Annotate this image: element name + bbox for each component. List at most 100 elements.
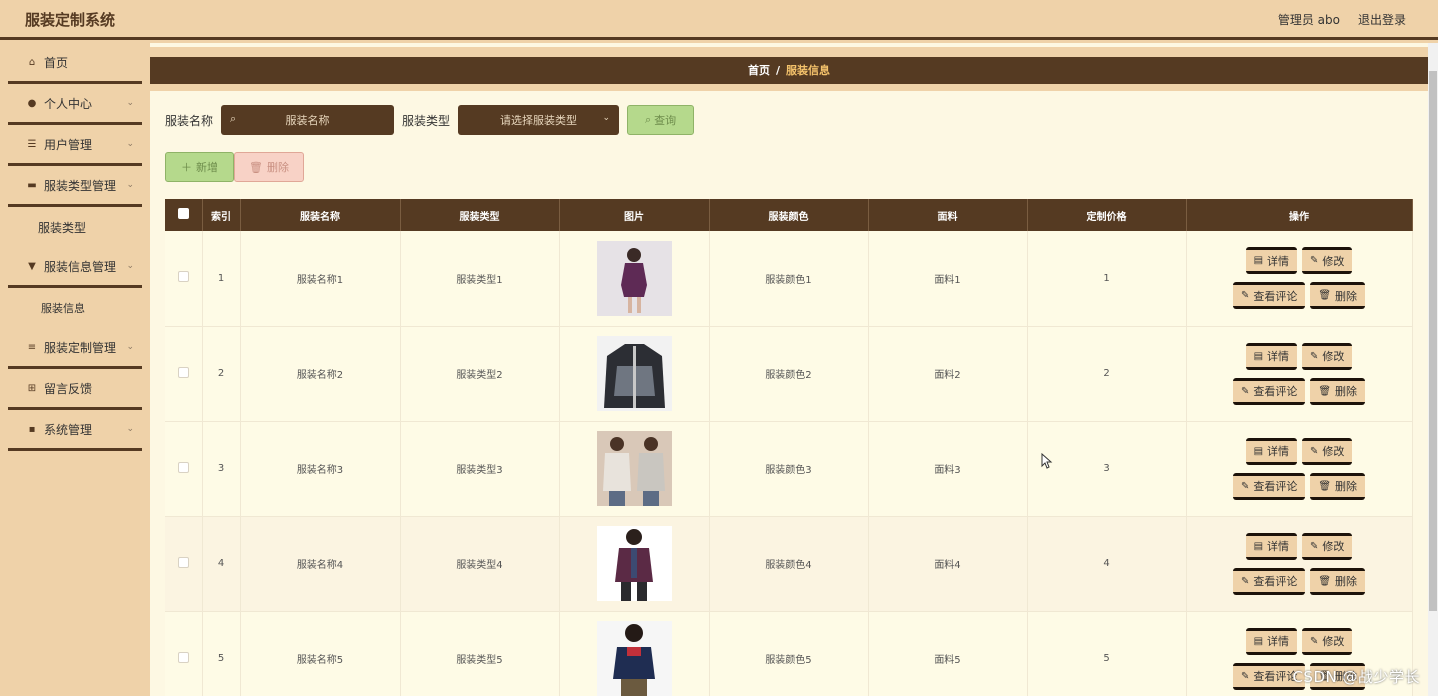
trash-icon: 🗑 — [1318, 480, 1332, 492]
query-button[interactable]: ⌕ 查询 — [627, 105, 695, 135]
detail-button-label: 详情 — [1267, 350, 1290, 363]
cell-name: 服装名称1 — [240, 231, 401, 327]
document-icon: ▤ — [1253, 445, 1264, 457]
detail-button-label: 详情 — [1267, 635, 1290, 648]
cell-color: 服装颜色1 — [709, 231, 869, 327]
sidebar-item-clothing-type-mgmt[interactable]: ▬ 服装类型管理 ⌄ — [8, 166, 142, 207]
scrollbar-thumb[interactable] — [1429, 71, 1437, 611]
document-icon: ▤ — [1253, 350, 1264, 362]
detail-button[interactable]: ▤ 详情 — [1245, 627, 1298, 655]
row-checkbox[interactable] — [177, 366, 189, 378]
detail-button[interactable]: ▤ 详情 — [1245, 342, 1298, 370]
detail-button[interactable]: ▤ 详情 — [1245, 247, 1298, 275]
edit-button[interactable]: ✎ 修改 — [1302, 247, 1353, 275]
edit-icon: ✎ — [1310, 445, 1319, 457]
clothing-thumbnail[interactable] — [596, 240, 672, 316]
clothing-thumbnail[interactable] — [596, 526, 672, 601]
cell-type: 服装类型4 — [400, 516, 560, 612]
edit-button[interactable]: ✎ 修改 — [1302, 532, 1353, 560]
sidebar-item-label: 留言反馈 — [44, 381, 93, 396]
row-delete-button[interactable]: 🗑 删除 — [1310, 472, 1366, 500]
cell-price: 4 — [1027, 516, 1187, 612]
query-button-label: 查询 — [654, 114, 677, 127]
plus-icon: ＋ — [181, 161, 192, 174]
row-delete-button[interactable]: 🗑 删除 — [1310, 282, 1366, 310]
sidebar-subitem-clothing-info[interactable]: 服装信息 — [0, 288, 150, 328]
vertical-scrollbar[interactable] — [1428, 43, 1438, 696]
edit-button[interactable]: ✎ 修改 — [1302, 627, 1353, 655]
column-header: 面料 — [868, 199, 1028, 231]
edit-icon: ✎ — [1240, 385, 1250, 397]
row-delete-button[interactable]: 🗑 删除 — [1310, 567, 1366, 595]
breadcrumb-home[interactable]: 首页 — [748, 64, 770, 77]
clothing-thumbnail[interactable] — [596, 431, 672, 506]
mouse-cursor-icon — [1041, 453, 1053, 469]
edit-button-label: 修改 — [1322, 254, 1345, 268]
sidebar-item-clothing-info-mgmt[interactable]: ▼ 服装信息管理 ⌄ — [8, 247, 142, 288]
sidebar-subitem-clothing-type[interactable]: 服装类型 — [0, 207, 150, 247]
column-header: 服装类型 — [400, 199, 560, 231]
sidebar-item-profile[interactable]: ● 个人中心 ⌄ — [8, 84, 142, 125]
row-delete-button[interactable]: 🗑 删除 — [1310, 377, 1366, 405]
cell-index: 5 — [202, 611, 241, 696]
view-comments-label: 查看评论 — [1253, 575, 1298, 588]
sidebar-item-home[interactable]: ⌂ 首页 — [8, 43, 142, 84]
logout-link[interactable]: 退出登录 — [1358, 11, 1406, 28]
clothing-thumbnail[interactable] — [596, 336, 672, 411]
type-select[interactable]: 请选择服装类型 ⌄ — [458, 105, 620, 135]
breadcrumb-current: 服装信息 — [786, 64, 831, 77]
trash-icon: 🗑 — [1318, 575, 1332, 587]
name-label: 服装名称 — [165, 113, 214, 128]
breadcrumb: 首页 / 服装信息 — [150, 57, 1428, 84]
chevron-down-icon: ⌄ — [126, 342, 134, 352]
document-icon: ▤ — [1253, 540, 1264, 552]
row-checkbox[interactable] — [177, 461, 189, 473]
row-checkbox[interactable] — [177, 556, 189, 568]
sidebar-item-system[interactable]: ▪ 系统管理 ⌄ — [8, 410, 142, 451]
cell-fabric: 面料4 — [868, 516, 1028, 612]
view-comments-button[interactable]: ✎ 查看评论 — [1232, 282, 1306, 310]
sidebar-subitem-label: 服装信息 — [41, 302, 85, 315]
cell-color: 服装颜色2 — [709, 326, 869, 422]
sidebar-item-label: 个人中心 — [44, 96, 93, 111]
current-user-label: 管理员 abo — [1277, 13, 1340, 27]
detail-button[interactable]: ▤ 详情 — [1245, 437, 1298, 465]
sidebar-item-feedback[interactable]: ⊞ 留言反馈 — [8, 369, 142, 410]
document-icon: ▤ — [1253, 255, 1264, 267]
batch-delete-button-label: 删除 — [266, 161, 289, 174]
detail-button-label: 详情 — [1267, 254, 1290, 268]
cell-type: 服装类型1 — [400, 231, 560, 327]
table-row: 2 服装名称2 服装类型2 服装颜色2 面料2 2 ▤ 详情 ✎ 修改 ✎ 查看… — [165, 326, 1413, 422]
cell-image — [559, 421, 710, 517]
row-checkbox[interactable] — [177, 651, 189, 663]
sidebar-item-label: 首页 — [44, 55, 69, 70]
edit-icon: ✎ — [1240, 480, 1250, 492]
clothing-thumbnail[interactable] — [596, 621, 672, 696]
detail-button[interactable]: ▤ 详情 — [1245, 532, 1298, 560]
cell-type: 服装类型5 — [400, 611, 560, 696]
column-header: 操作 — [1186, 199, 1413, 231]
name-search-input[interactable]: ⌕ 服装名称 — [221, 105, 395, 135]
edit-icon: ✎ — [1310, 350, 1319, 362]
column-header: 服装颜色 — [709, 199, 869, 231]
view-comments-button[interactable]: ✎ 查看评论 — [1232, 472, 1306, 500]
cell-price: 1 — [1027, 231, 1187, 327]
add-button[interactable]: ＋ 新增 — [165, 152, 234, 182]
edit-button[interactable]: ✎ 修改 — [1302, 342, 1353, 370]
search-icon: ⌕ — [230, 112, 237, 125]
cell-actions: ▤ 详情 ✎ 修改 ✎ 查看评论 🗑 删除 — [1186, 231, 1413, 327]
sidebar-item-users[interactable]: ☰ 用户管理 ⌄ — [8, 125, 142, 166]
edit-icon: ✎ — [1310, 255, 1319, 267]
trash-icon: 🗑 — [1318, 290, 1332, 302]
cell-type: 服装类型2 — [400, 326, 560, 422]
sidebar-item-label: 系统管理 — [44, 422, 93, 437]
select-all-checkbox[interactable] — [177, 208, 189, 219]
cell-name: 服装名称3 — [240, 421, 401, 517]
edit-button[interactable]: ✎ 修改 — [1302, 437, 1353, 465]
view-comments-button[interactable]: ✎ 查看评论 — [1232, 377, 1306, 405]
row-checkbox[interactable] — [177, 271, 189, 283]
view-comments-button[interactable]: ✎ 查看评论 — [1232, 567, 1306, 595]
sidebar-item-custom-mgmt[interactable]: ≡ 服装定制管理 ⌄ — [8, 328, 142, 369]
search-form: 服装名称 ⌕ 服装名称 服装类型 请选择服装类型 ⌄ ⌕ 查询 — [165, 105, 695, 135]
batch-delete-button[interactable]: 🗑 删除 — [234, 152, 304, 182]
